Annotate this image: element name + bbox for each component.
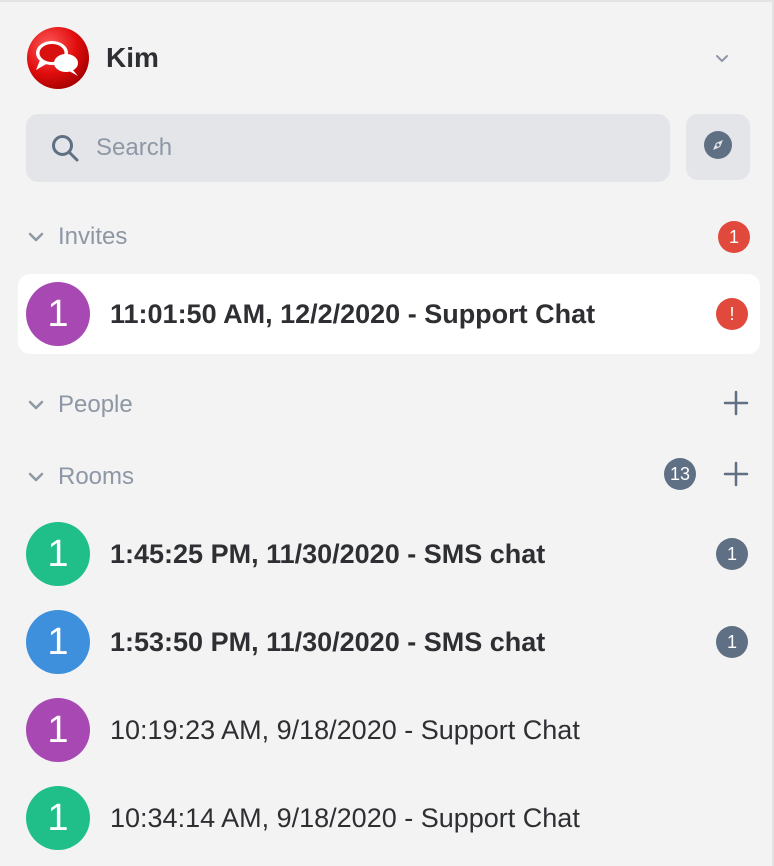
unread-count-badge: 1	[716, 538, 748, 570]
section-title: People	[58, 391, 133, 418]
room-name: 10:34:14 AM, 9/18/2020 - Support Chat	[110, 802, 580, 833]
chat-bubbles-logo-icon	[26, 26, 90, 90]
notification-count-badge: 1	[718, 221, 750, 253]
search-input[interactable]	[96, 134, 616, 162]
room-name: 10:19:23 AM, 9/18/2020 - Support Chat	[110, 714, 580, 745]
section-title: Rooms	[58, 463, 135, 490]
room-name: 1:45:25 PM, 11/30/2020 - SMS chat	[110, 538, 546, 569]
search-box[interactable]	[26, 114, 670, 182]
avatar: 1	[26, 786, 90, 850]
user-name: Kim	[106, 42, 159, 73]
section-header-rooms[interactable]: Rooms 13	[26, 457, 750, 497]
room-name: 1:53:50 PM, 11/30/2020 - SMS chat	[110, 626, 546, 657]
avatar: 1	[26, 610, 90, 674]
room-list-item[interactable]: 1 10:34:14 AM, 9/18/2020 - Support Chat	[18, 778, 760, 858]
room-list-item[interactable]: 1 1:53:50 PM, 11/30/2020 - SMS chat 1	[18, 602, 760, 682]
room-list-item[interactable]: 1 10:19:23 AM, 9/18/2020 - Support Chat	[18, 690, 760, 770]
avatar: 1	[26, 522, 90, 586]
unread-count-badge: 1	[716, 626, 748, 658]
explore-rooms-button[interactable]	[686, 114, 750, 180]
section-header-people[interactable]: People	[26, 385, 750, 425]
section-title: Invites	[58, 223, 128, 250]
chevron-down-icon	[26, 227, 46, 247]
compass-icon	[703, 130, 733, 165]
chevron-down-icon	[26, 395, 46, 415]
search-icon	[50, 133, 80, 163]
add-room-icon[interactable]	[722, 460, 750, 488]
top-border	[0, 0, 774, 2]
avatar: 1	[26, 698, 90, 762]
room-count-badge: 13	[664, 458, 696, 490]
invite-item[interactable]: 1 11:01:50 AM, 12/2/2020 - Support Chat …	[18, 274, 760, 354]
add-people-icon[interactable]	[722, 389, 750, 417]
user-menu-header[interactable]: Kim	[26, 26, 746, 90]
chevron-down-icon[interactable]	[712, 48, 732, 68]
room-name: 11:01:50 AM, 12/2/2020 - Support Chat	[110, 298, 596, 329]
avatar: 1	[26, 282, 90, 346]
section-header-invites[interactable]: Invites 1	[26, 217, 750, 257]
alert-badge: !	[716, 298, 748, 330]
chevron-down-icon	[26, 467, 46, 487]
room-list-item[interactable]: 1 1:45:25 PM, 11/30/2020 - SMS chat 1	[18, 514, 760, 594]
